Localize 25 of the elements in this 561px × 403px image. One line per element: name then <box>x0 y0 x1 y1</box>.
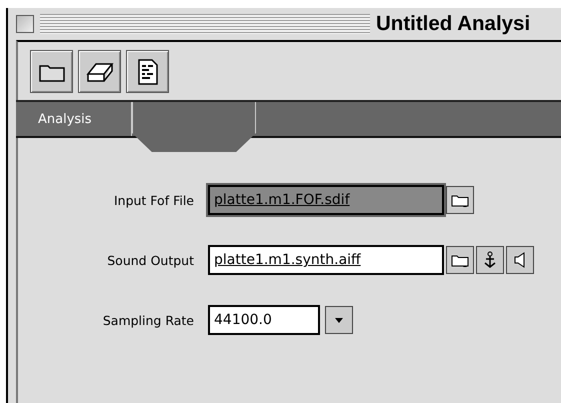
caret-icon <box>335 318 343 322</box>
clear-button[interactable] <box>78 50 121 93</box>
field-label: Sampling Rate <box>102 312 195 328</box>
field-label: Sound Output <box>106 252 195 268</box>
field-label: Input Fof File <box>112 192 195 208</box>
play-button[interactable] <box>506 246 534 274</box>
close-box[interactable] <box>16 15 34 33</box>
document-button[interactable] <box>126 50 169 93</box>
anchor-icon <box>483 251 497 269</box>
tab[interactable]: Analysis <box>16 102 132 136</box>
speaker-icon <box>514 252 526 268</box>
save-button[interactable] <box>476 246 504 274</box>
text-field[interactable]: platte1.m1.synth.aiff <box>208 245 444 275</box>
dropdown-button[interactable] <box>325 306 353 334</box>
text-field[interactable]: 44100.0 <box>208 305 320 335</box>
folder-icon <box>451 253 469 267</box>
open-button[interactable] <box>30 50 73 93</box>
folder-icon <box>451 193 469 207</box>
window-title: Untitled Analysi <box>376 12 530 36</box>
browse-button[interactable] <box>446 186 474 214</box>
title-bar-stripes[interactable] <box>40 14 370 34</box>
tab[interactable] <box>132 102 256 152</box>
document-icon <box>136 58 158 84</box>
browse-button[interactable] <box>446 246 474 274</box>
text-field[interactable]: platte1.m1.FOF.sdif <box>208 185 444 215</box>
